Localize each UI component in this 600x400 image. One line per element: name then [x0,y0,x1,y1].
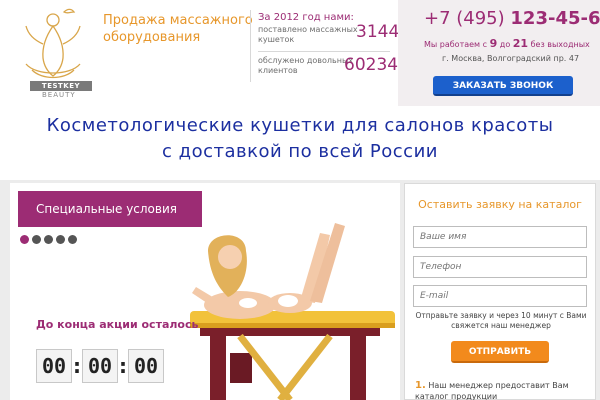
email-field[interactable] [413,285,587,307]
slider-arrow-left[interactable] [0,320,9,340]
hours-mid: до [499,40,511,49]
stat-value-clients: 60234 [344,55,399,75]
phone-field[interactable] [413,256,587,278]
headline-line-2: с доставкой по всей России [162,141,438,162]
phone-code: +7 (495) [424,8,505,29]
stat-label-tables: поставлено массажных кушеток [258,25,358,44]
hours-suffix: без выходных [530,40,590,49]
lotus-figure-icon [25,8,81,79]
landing-page: TESTKEY BEAUTY Продажа массажного оборуд… [0,0,600,400]
slider-dot[interactable] [44,235,53,244]
promo-section: Специальные условия До конца акции остал… [0,180,600,400]
stats-separator [258,51,390,52]
order-call-button[interactable]: ЗАКАЗАТЬ ЗВОНОК [433,76,573,96]
working-hours: Мы работаем с 9 до 21 без выходных [424,37,590,50]
brand-title: Продажа массажного оборудования [103,13,253,45]
slider-dot[interactable] [20,235,29,244]
step-text: Наш менеджер предоставит Вам каталог про… [415,381,569,400]
slider-dots [20,235,77,244]
form-note: Отправьте заявку и через 10 минут с Вами… [415,311,587,330]
timer-hours: 00 [36,349,72,383]
timer-minutes: 00 [82,349,118,383]
timer-seconds: 00 [128,349,164,383]
hours-from: 9 [489,37,498,50]
slider-dot[interactable] [56,235,65,244]
special-conditions-tab[interactable]: Специальные условия [18,191,202,227]
headline-line-1: Косметологические кушетки для салонов кр… [46,115,554,136]
form-title: Оставить заявку на каталог [418,198,582,211]
process-step: 1. Наш менеджер предоставит Вам каталог … [415,380,591,400]
submit-button[interactable]: ОТПРАВИТЬ [451,341,549,363]
stat-value-tables: 3144 [356,22,400,42]
slider-dot[interactable] [68,235,77,244]
stats-divider [250,10,251,82]
countdown-label: До конца акции осталось [36,318,199,331]
logo-badge: TESTKEY [30,81,92,91]
phone-digits: 123-45-69 [510,8,600,29]
step-number: 1. [415,380,426,391]
name-field[interactable] [413,226,587,248]
hours-to: 21 [512,37,529,50]
contact-panel: +7 (495) 123-45-69 Мы работаем с 9 до 21… [398,0,600,106]
promo-slider: Специальные условия До конца акции остал… [10,183,400,400]
logo[interactable]: TESTKEY BEAUTY [12,6,94,99]
woman-on-massage-table-image [190,223,395,400]
hours-prefix: Мы работаем с [424,40,488,49]
stats-heading: За 2012 год нами: [258,12,354,23]
stat-label-clients: обслужено довольных клиентов [258,56,354,75]
timer-colon: : [119,354,127,378]
phone-number[interactable]: +7 (495) 123-45-69 [424,8,600,29]
page-headline: Косметологические кушетки для салонов кр… [0,113,600,165]
address: г. Москва, Волгоградский пр. 47 [442,54,580,63]
logo-subtitle: BEAUTY [42,91,76,99]
countdown-timer: 00 : 00 : 00 [36,349,164,383]
catalog-request-form: Оставить заявку на каталог Отправьте зая… [404,183,596,400]
slider-dot[interactable] [32,235,41,244]
timer-colon: : [73,354,81,378]
